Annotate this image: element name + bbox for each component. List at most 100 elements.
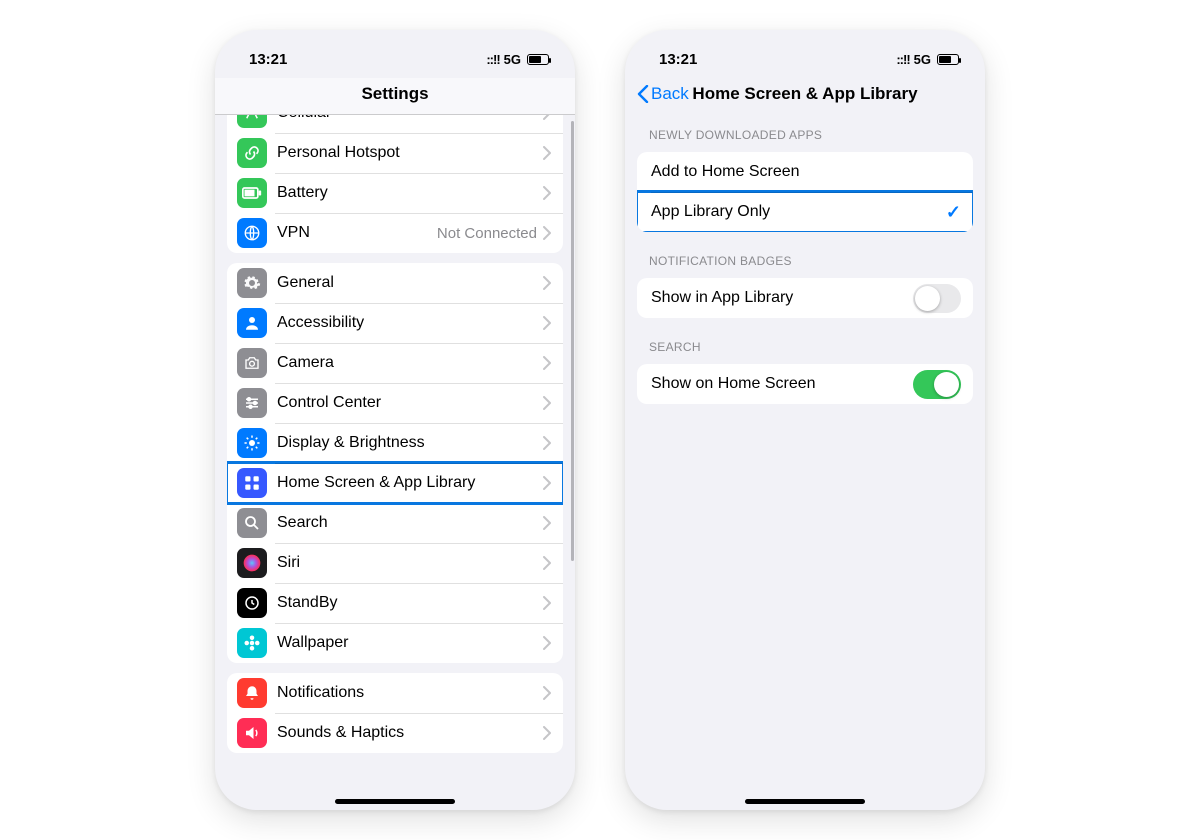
chevron-right-icon [543, 226, 551, 240]
chevron-right-icon [543, 556, 551, 570]
settings-row-display[interactable]: Display & Brightness [227, 423, 563, 463]
section-header: Newly Downloaded Apps [649, 128, 961, 142]
row-label: App Library Only [647, 203, 946, 221]
settings-row-hotspot[interactable]: Personal Hotspot [227, 133, 563, 173]
toggle-switch[interactable] [913, 284, 961, 313]
home-indicator[interactable] [335, 799, 455, 804]
settings-group: Cellular Personal Hotspot Battery VPNNot Co… [227, 115, 563, 253]
option-row-lib-only[interactable]: App Library Only✓ [637, 192, 973, 232]
chevron-right-icon [543, 316, 551, 330]
dual-sim-icon: ::!! [486, 52, 499, 67]
settings-row-siri[interactable]: Siri [227, 543, 563, 583]
chevron-right-icon [543, 186, 551, 200]
row-label: Personal Hotspot [277, 144, 543, 162]
antenna-icon [237, 115, 267, 128]
status-bar: 13:21 ::!! 5G [215, 30, 575, 78]
back-label: Back [651, 84, 689, 104]
siri-icon [237, 548, 267, 578]
option-row-show-lib[interactable]: Show in App Library [637, 278, 973, 318]
section-group: Show on Home Screen [637, 364, 973, 404]
back-button[interactable]: Back [637, 84, 689, 104]
row-label: Control Center [277, 394, 543, 412]
bell-icon [237, 678, 267, 708]
chevron-right-icon [543, 636, 551, 650]
settings-row-accessibility[interactable]: Accessibility [227, 303, 563, 343]
home-indicator[interactable] [745, 799, 865, 804]
section-header: Search [649, 340, 961, 354]
apps-icon [237, 468, 267, 498]
camera-icon [237, 348, 267, 378]
row-label: Show on Home Screen [647, 375, 913, 393]
sun-icon [237, 428, 267, 458]
chevron-right-icon [543, 356, 551, 370]
page-title: Settings [215, 78, 575, 115]
settings-row-homescreen[interactable]: Home Screen & App Library [227, 463, 563, 503]
section-group: Add to Home ScreenApp Library Only✓ [637, 152, 973, 232]
settings-row-camera[interactable]: Camera [227, 343, 563, 383]
network-label: 5G [504, 52, 521, 67]
status-right: ::!! 5G [486, 52, 549, 67]
chevron-right-icon [543, 146, 551, 160]
settings-row-battery[interactable]: Battery [227, 173, 563, 213]
chevron-right-icon [543, 396, 551, 410]
row-label: Search [277, 514, 543, 532]
settings-row-vpn[interactable]: VPNNot Connected [227, 213, 563, 253]
chevron-right-icon [543, 476, 551, 490]
option-row-add-home[interactable]: Add to Home Screen [637, 152, 973, 192]
settings-row-standby[interactable]: StandBy [227, 583, 563, 623]
settings-row-cellular[interactable]: Cellular [227, 115, 563, 133]
person-icon [237, 308, 267, 338]
battery-icon [237, 178, 267, 208]
settings-row-general[interactable]: General [227, 263, 563, 303]
row-detail: Not Connected [437, 225, 537, 242]
status-bar: 13:21 ::!! 5G [625, 30, 985, 78]
flower-icon [237, 628, 267, 658]
search-icon [237, 508, 267, 538]
chevron-right-icon [543, 686, 551, 700]
speaker-icon [237, 718, 267, 748]
row-label: Accessibility [277, 314, 543, 332]
settings-row-notifications[interactable]: Notifications [227, 673, 563, 713]
section-header: Notification Badges [649, 254, 961, 268]
clock-icon [237, 588, 267, 618]
row-label: Notifications [277, 684, 543, 702]
dual-sim-icon: ::!! [896, 52, 909, 67]
row-label: Display & Brightness [277, 434, 543, 452]
status-time: 13:21 [659, 51, 697, 68]
settings-group: General Accessibility Camera Control Center… [227, 263, 563, 663]
toggle-switch[interactable] [913, 370, 961, 399]
nav-bar: Back Home Screen & App Library [625, 78, 985, 114]
chevron-right-icon [543, 516, 551, 530]
row-label: Show in App Library [647, 289, 913, 307]
globe-icon [237, 218, 267, 248]
settings-group: Notifications Sounds & Haptics [227, 673, 563, 753]
settings-row-sounds[interactable]: Sounds & Haptics [227, 713, 563, 753]
row-label: Sounds & Haptics [277, 724, 543, 742]
row-label: Wallpaper [277, 634, 543, 652]
battery-icon [527, 54, 549, 65]
sliders-icon [237, 388, 267, 418]
row-label: Battery [277, 184, 543, 202]
row-label: Cellular [277, 115, 543, 122]
phone-homescreen-settings: 13:21 ::!! 5G Back Home Screen & App Lib… [625, 30, 985, 810]
option-row-show-home[interactable]: Show on Home Screen [637, 364, 973, 404]
battery-icon [937, 54, 959, 65]
scrollbar[interactable] [571, 121, 574, 561]
section-group: Show in App Library [637, 278, 973, 318]
status-time: 13:21 [249, 51, 287, 68]
chevron-right-icon [543, 726, 551, 740]
row-label: Home Screen & App Library [277, 474, 543, 492]
row-label: VPN [277, 224, 437, 242]
settings-row-controlcenter[interactable]: Control Center [227, 383, 563, 423]
gear-icon [237, 268, 267, 298]
checkmark-icon: ✓ [946, 202, 961, 223]
settings-row-search[interactable]: Search [227, 503, 563, 543]
status-right: ::!! 5G [896, 52, 959, 67]
row-label: General [277, 274, 543, 292]
phone-settings: 13:21 ::!! 5G Settings CellularPersonal … [215, 30, 575, 810]
settings-row-wallpaper[interactable]: Wallpaper [227, 623, 563, 663]
chevron-right-icon [543, 596, 551, 610]
chevron-right-icon [543, 276, 551, 290]
chevron-right-icon [543, 115, 551, 120]
row-label: Siri [277, 554, 543, 572]
